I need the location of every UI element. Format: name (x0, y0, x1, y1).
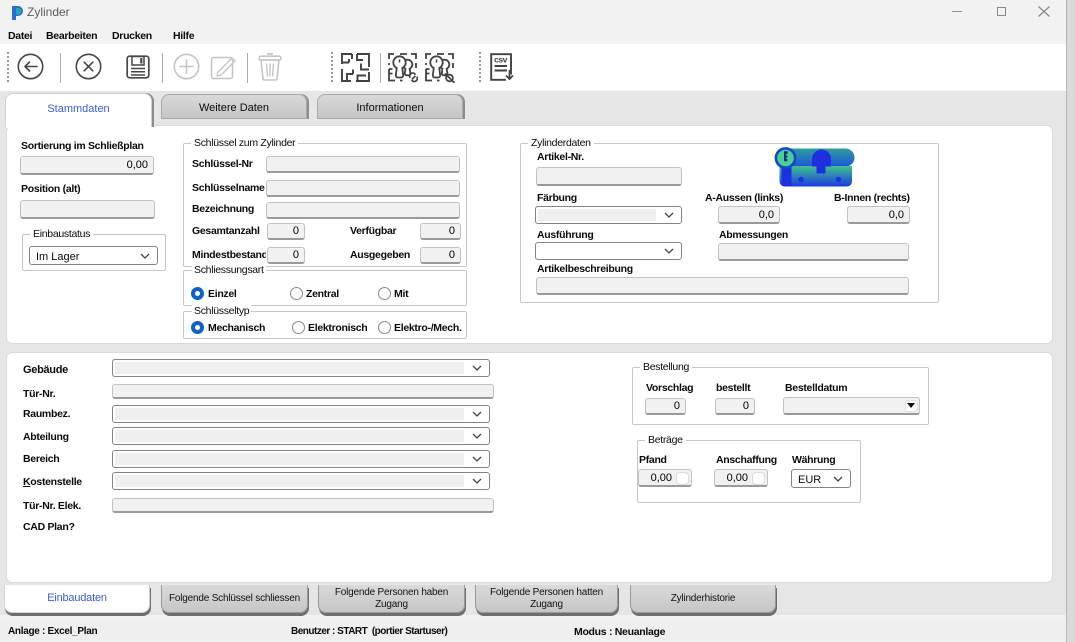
svg-text:csv: csv (494, 55, 507, 65)
